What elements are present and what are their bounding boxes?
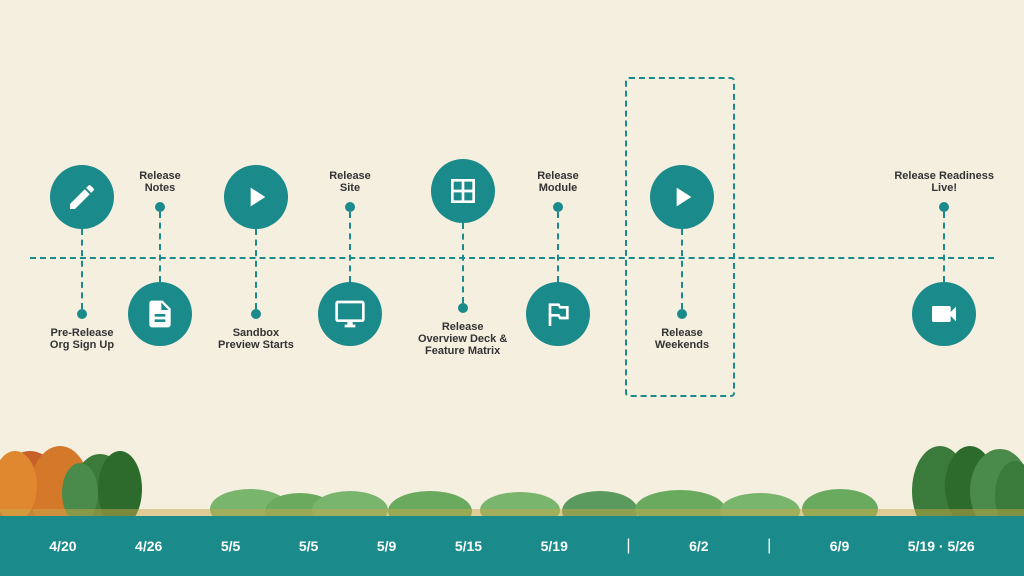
release-notes-label: ReleaseNotes — [139, 170, 181, 194]
sandbox-preview-item: SandboxPreview Starts — [218, 0, 294, 516]
release-readiness-item: Release ReadinessLive! — [894, 0, 994, 516]
date-7: 5/19 — [541, 538, 568, 554]
date-5: 5/9 — [377, 538, 396, 554]
date-1: 4/20 — [49, 538, 76, 554]
date-sep-2: | — [767, 537, 771, 555]
release-readiness-label: Release ReadinessLive! — [894, 170, 994, 194]
release-module-label: ReleaseModule — [537, 170, 579, 194]
date-10: 5/19 · 5/26 — [908, 538, 975, 554]
release-weekends-item: ReleaseWeekends — [650, 0, 714, 516]
date-4: 5/5 — [299, 538, 318, 554]
main-container: Pre-Release Org Sign Up ReleaseNotes — [0, 0, 1024, 576]
date-3: 5/5 — [221, 538, 240, 554]
release-site-item: ReleaseSite — [318, 0, 382, 516]
date-2: 4/26 — [135, 538, 162, 554]
release-notes-item: ReleaseNotes — [128, 0, 192, 516]
pre-release-icon[interactable] — [50, 165, 114, 319]
date-sep-1: | — [626, 537, 630, 555]
release-overview-label: ReleaseOverview Deck &Feature Matrix — [418, 321, 507, 357]
release-weekends-label: ReleaseWeekends — [655, 327, 709, 351]
release-module-item: ReleaseModule — [526, 0, 590, 516]
date-8: 6/2 — [689, 538, 708, 554]
sandbox-preview-label: SandboxPreview Starts — [218, 327, 294, 351]
pre-release-item: Pre-Release Org Sign Up — [42, 0, 122, 516]
release-overview-item: ReleaseOverview Deck &Feature Matrix — [418, 0, 507, 516]
release-site-label: ReleaseSite — [329, 170, 371, 194]
date-bar: 4/20 4/26 5/5 5/5 5/9 5/15 5/19 | 6/2 | … — [0, 516, 1024, 576]
date-6: 5/15 — [455, 538, 482, 554]
pre-release-label: Pre-Release Org Sign Up — [42, 327, 122, 351]
date-9: 6/9 — [830, 538, 849, 554]
